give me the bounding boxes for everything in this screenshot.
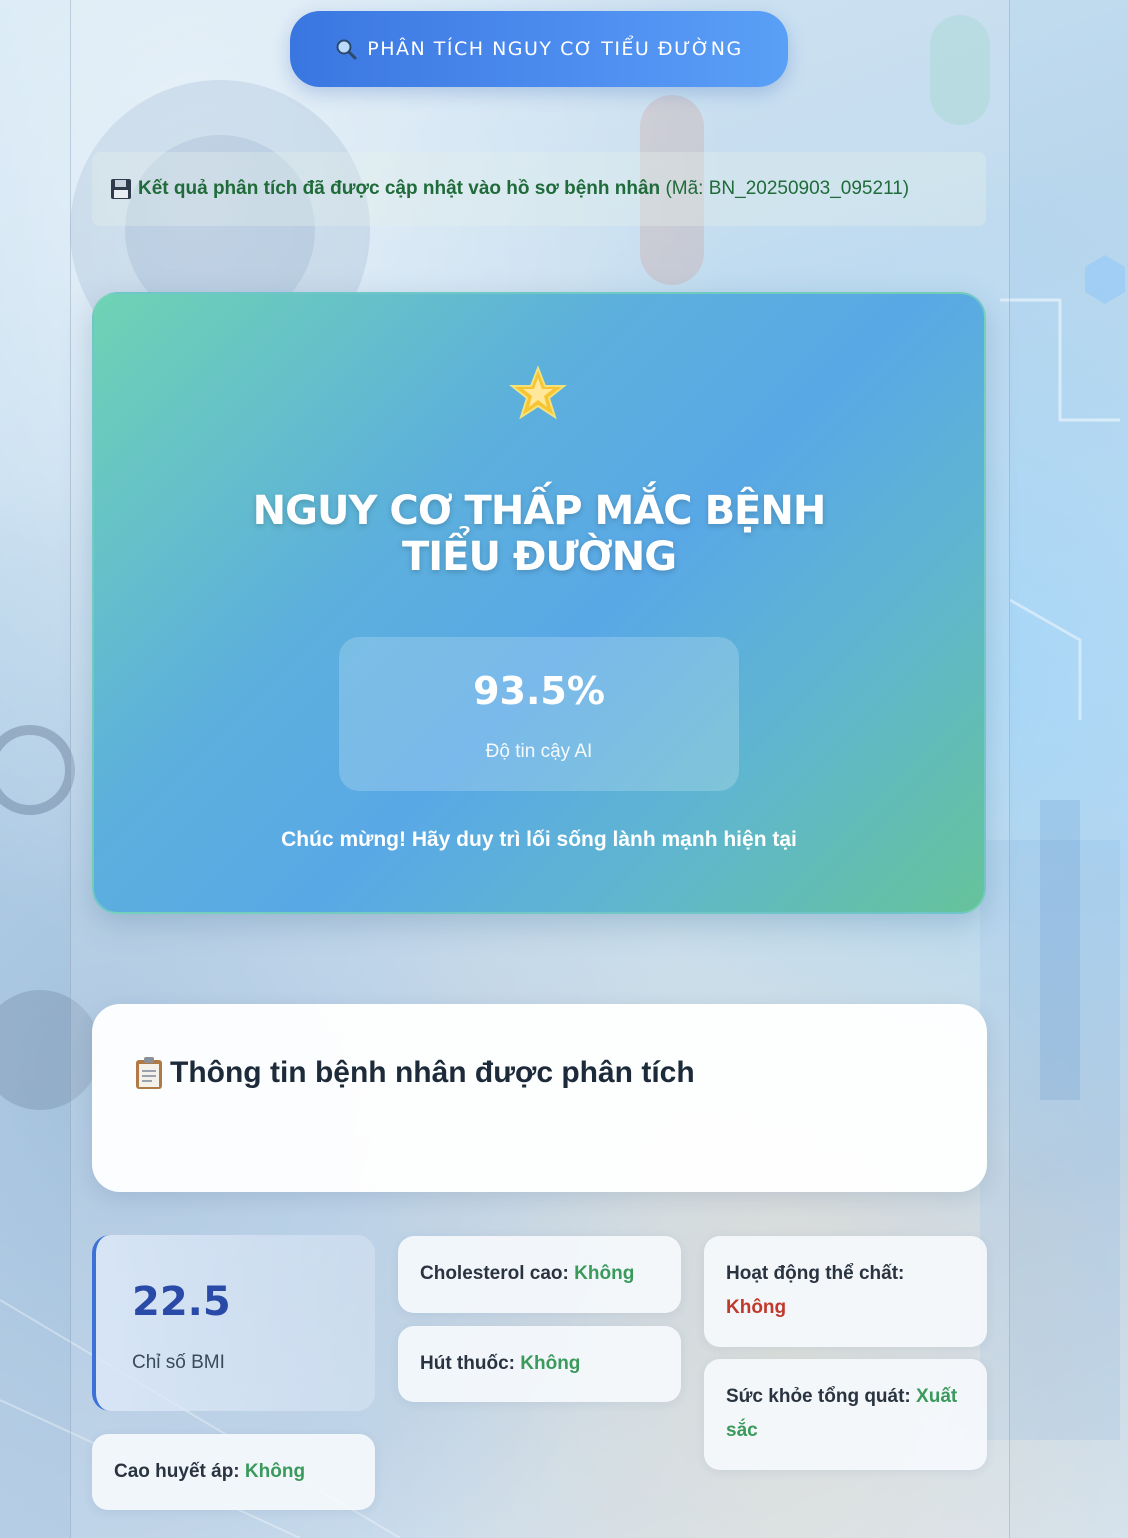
search-icon <box>336 39 357 60</box>
cholesterol-value: Không <box>574 1263 635 1284</box>
smoking-card: Hút thuốc: Không <box>398 1326 681 1402</box>
high-bp-label: Cao huyết áp: <box>114 1461 240 1482</box>
activity-value: Không <box>726 1297 787 1318</box>
patient-title-text: Thông tin bệnh nhân được phân tích <box>170 1056 695 1089</box>
analyze-risk-button[interactable]: PHÂN TÍCH NGUY CƠ TIỂU ĐƯỜNG <box>290 11 788 87</box>
cholesterol-label: Cholesterol cao: <box>420 1263 569 1284</box>
floppy-disk-icon <box>111 179 131 199</box>
patient-code: (Mã: BN_20250903_095211) <box>665 178 910 199</box>
cholesterol-card: Cholesterol cao: Không <box>398 1236 681 1313</box>
health-label: Sức khỏe tổng quát: <box>726 1386 911 1407</box>
patient-section-title: Thông tin bệnh nhân được phân tích <box>134 1056 695 1090</box>
confidence-label: Độ tin cậy AI <box>485 741 593 762</box>
bmi-value: 22.5 <box>132 1279 231 1325</box>
high-blood-pressure-card: Cao huyết áp: Không <box>92 1434 375 1510</box>
activity-label: Hoạt động thể chất: <box>726 1263 905 1284</box>
save-notice-text: Kết quả phân tích đã được cập nhật vào h… <box>138 178 661 199</box>
result-message: Chúc mừng! Hãy duy trì lối sống lành mạn… <box>281 828 797 851</box>
bmi-label: Chỉ số BMI <box>132 1352 225 1373</box>
confidence-box: 93.5% Độ tin cậy AI <box>339 637 739 791</box>
patient-info-card <box>92 1004 987 1192</box>
result-title: NGUY CƠ THẤP MẮC BỆNH TIỂU ĐƯỜNG <box>252 488 827 580</box>
save-notice: Kết quả phân tích đã được cập nhật vào h… <box>92 152 986 226</box>
clipboard-icon <box>136 1057 162 1089</box>
confidence-value: 93.5% <box>473 669 605 713</box>
physical-activity-card: Hoạt động thể chất: Không <box>704 1236 987 1347</box>
high-bp-value: Không <box>244 1461 306 1482</box>
smoking-label: Hút thuốc: <box>420 1353 515 1374</box>
general-health-card: Sức khỏe tổng quát: Xuất sắc <box>704 1359 987 1470</box>
smoking-value: Không <box>520 1353 581 1374</box>
analyze-button-label: PHÂN TÍCH NGUY CƠ TIỂU ĐƯỜNG <box>367 38 743 60</box>
star-icon <box>509 365 567 420</box>
bmi-card: 22.5 Chỉ số BMI <box>92 1235 375 1411</box>
